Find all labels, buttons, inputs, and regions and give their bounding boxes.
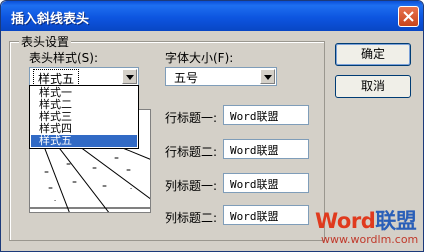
svg-text:=: = (66, 161, 71, 168)
svg-text:=: = (48, 185, 53, 192)
cancel-button[interactable]: 取消 (335, 75, 411, 98)
svg-text:=: = (72, 179, 77, 186)
svg-text:=: = (102, 183, 107, 190)
svg-text:-: - (130, 185, 132, 192)
row-title-2-label: 行标题二: (165, 145, 218, 159)
chevron-down-icon (264, 75, 272, 80)
style-dropdown-list: 样式一 样式二 样式三 样式四 样式五 (29, 85, 139, 149)
ok-button[interactable]: 确定 (335, 43, 411, 66)
watermark-word: Word (315, 209, 376, 233)
col-title-1-input[interactable]: Word联盟 (223, 173, 309, 193)
font-size-value: 五号 (174, 71, 199, 85)
insert-diagonal-header-dialog: 插入斜线表头 表头设置 表头样式(S): 样式五 字体大小(F): 五号 = =… (0, 0, 424, 252)
row-title-1-value: Word联盟 (230, 110, 279, 123)
close-icon (403, 11, 414, 22)
row-title-2-input[interactable]: Word联盟 (223, 139, 309, 159)
col-title-2-value: Word联盟 (230, 210, 279, 223)
chevron-down-icon (126, 75, 134, 80)
col-title-2-label: 列标题二: (165, 211, 218, 225)
font-size-arrow[interactable] (260, 69, 275, 84)
watermark-logo: Word联盟 www.wordlm.com (315, 205, 421, 251)
style-select[interactable]: 样式五 (29, 67, 139, 88)
col-title-2-input[interactable]: Word联盟 (223, 205, 309, 225)
style-option-selected[interactable]: 样式五 (31, 135, 137, 147)
svg-text:=: = (92, 165, 97, 172)
row-title-2-value: Word联盟 (230, 144, 279, 157)
title-bar[interactable]: 插入斜线表头 (1, 1, 423, 31)
svg-text:=: = (126, 167, 131, 174)
col-title-1-label: 列标题一: (165, 179, 218, 193)
close-button[interactable] (398, 6, 419, 27)
font-size-label: 字体大小(F): (165, 51, 234, 65)
row-title-1-input[interactable]: Word联盟 (223, 105, 309, 125)
style-select-label: 表头样式(S): (29, 51, 99, 65)
watermark-brand: Word联盟 (315, 205, 417, 235)
col-title-1-value: Word联盟 (230, 178, 279, 191)
svg-text:=: = (44, 169, 49, 176)
svg-text:-: - (54, 197, 56, 204)
window-title: 插入斜线表头 (11, 12, 90, 27)
watermark-lm: 联盟 (375, 209, 417, 233)
style-select-arrow[interactable] (122, 69, 137, 84)
font-size-select[interactable]: 五号 (165, 67, 277, 86)
svg-text:=: = (114, 155, 119, 162)
group-legend: 表头设置 (19, 33, 72, 50)
watermark-url: www.wordlm.com (321, 233, 419, 246)
row-title-1-label: 行标题一: (165, 111, 218, 125)
